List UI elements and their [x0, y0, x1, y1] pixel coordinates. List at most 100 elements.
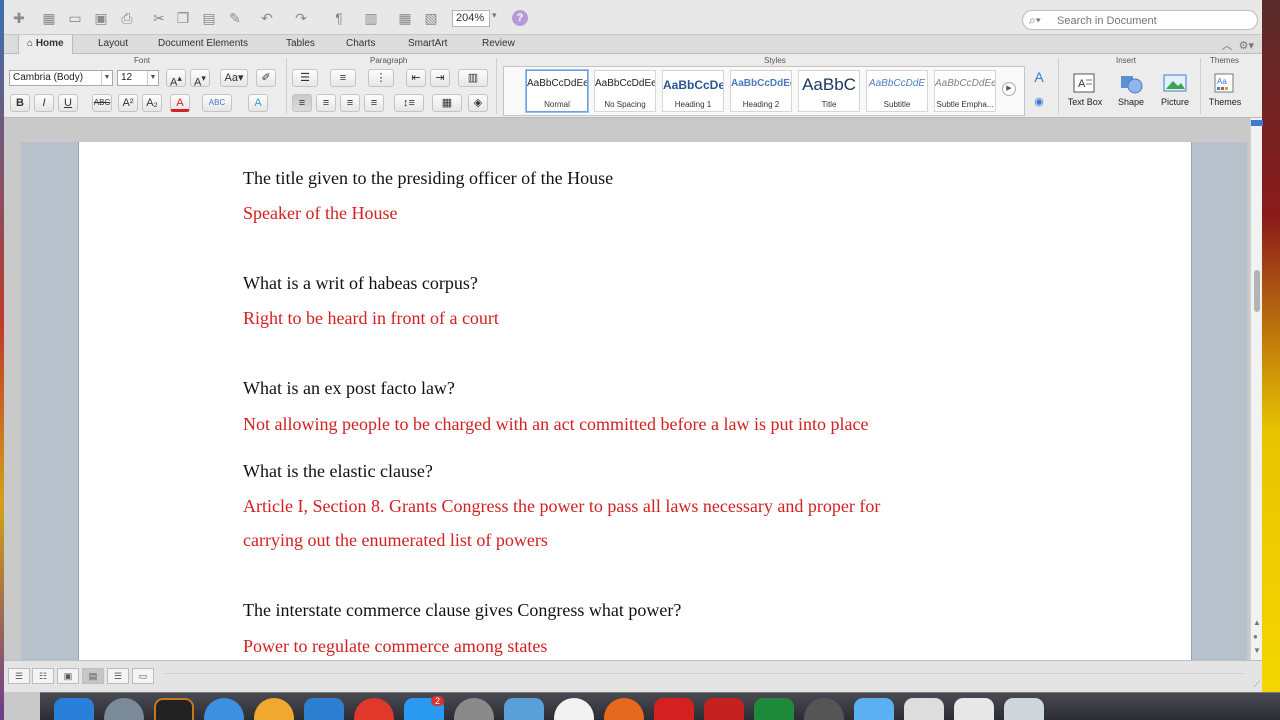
scroll-thumb[interactable]	[1254, 270, 1260, 312]
system-preferences-icon[interactable]	[454, 698, 494, 720]
line-spacing-icon[interactable]: ↕≡	[394, 94, 424, 112]
paste-icon[interactable]: ▤	[200, 9, 218, 27]
ribbon-collapse-icon[interactable]: ︿ ⚙▾	[1222, 37, 1255, 53]
save-icon[interactable]: ▣	[92, 9, 110, 27]
columns-button-icon[interactable]: ▥	[458, 69, 488, 87]
firefox-icon[interactable]	[604, 698, 644, 720]
search-input[interactable]	[1057, 13, 1247, 28]
show-formatting-icon[interactable]: ¶	[330, 9, 348, 27]
borders-icon[interactable]: ▦	[432, 94, 462, 112]
app-store-icon[interactable]: 2	[404, 696, 444, 720]
horizontal-scrollbar[interactable]	[164, 673, 1244, 679]
quicktime-icon[interactable]	[804, 698, 844, 720]
search-box[interactable]: ⌕▾	[1022, 10, 1258, 30]
chat-icon[interactable]	[254, 698, 294, 720]
justify-button[interactable]: ≡	[364, 94, 384, 112]
preview-icon[interactable]	[504, 698, 544, 720]
open-folder-icon[interactable]: ▭	[66, 9, 84, 27]
clear-formatting-icon[interactable]: ✐	[256, 69, 276, 87]
shape-button[interactable]: Shape	[1108, 70, 1154, 114]
word-app-icon[interactable]	[304, 698, 344, 720]
folder-icon[interactable]	[854, 698, 894, 720]
chevron-down-icon[interactable]: ▼	[101, 71, 112, 85]
tab-charts[interactable]: Charts	[338, 35, 383, 54]
tab-layout[interactable]: Layout	[90, 35, 136, 54]
table-icon[interactable]: ▦	[396, 9, 414, 27]
underline-button[interactable]: U	[58, 94, 78, 112]
tab-home[interactable]: ⌂ Home	[18, 35, 73, 55]
sidebar-toggle-icon[interactable]: ▥	[362, 9, 380, 27]
chevron-down-icon[interactable]: ▼	[1253, 646, 1261, 655]
new-document-icon[interactable]: ✚	[10, 9, 28, 27]
copy-icon[interactable]: ❐	[174, 9, 192, 27]
acrobat-icon[interactable]	[654, 698, 694, 720]
zoom-dropdown-icon[interactable]: ▾	[492, 10, 497, 21]
styles-pane-icon[interactable]: A	[1026, 69, 1052, 87]
bullets-icon[interactable]: ☰	[292, 69, 318, 87]
chevron-right-icon[interactable]: ▶	[1002, 82, 1016, 96]
multilevel-list-icon[interactable]: ⋮	[368, 69, 394, 87]
finder-icon[interactable]	[54, 698, 94, 720]
shading-icon[interactable]: ◈	[468, 94, 488, 112]
print-icon[interactable]: ⎙	[118, 9, 136, 27]
bold-button[interactable]: B	[10, 94, 30, 112]
chevron-down-icon[interactable]: ▼	[147, 71, 158, 85]
downloads-stack-icon[interactable]	[954, 698, 994, 720]
tab-review[interactable]: Review	[474, 35, 523, 54]
cut-icon[interactable]: ✂	[150, 9, 168, 27]
excel-app-icon[interactable]	[754, 698, 794, 720]
tab-document-elements[interactable]: Document Elements	[150, 35, 256, 54]
style-subtitle[interactable]: AaBbCcDdE Subtitle	[866, 70, 928, 112]
resize-grip-icon[interactable]: ⟋	[1254, 679, 1260, 690]
tab-smartart[interactable]: SmartArt	[400, 35, 455, 54]
change-case-icon[interactable]: Aa▾	[220, 69, 248, 87]
themes-button[interactable]: Aa Themes	[1202, 70, 1248, 114]
print-layout-view-icon[interactable]: ▤	[82, 668, 104, 684]
redo-icon[interactable]: ↷	[292, 9, 310, 27]
style-no-spacing[interactable]: AaBbCcDdEe No Spacing	[594, 70, 656, 112]
style-heading-2[interactable]: AaBbCcDdEe Heading 2	[730, 70, 792, 112]
strikethrough-button[interactable]: ABC	[92, 94, 112, 112]
photos-icon[interactable]	[554, 698, 594, 720]
font-color-button[interactable]: A	[170, 94, 190, 112]
text-box-button[interactable]: A Text Box	[1062, 70, 1108, 114]
document-page[interactable]: The title given to the presiding officer…	[79, 142, 1191, 660]
outline-view-icon[interactable]: ☷	[32, 668, 54, 684]
columns-icon[interactable]: ▧	[422, 9, 440, 27]
font-name-combo[interactable]: Cambria (Body) ▼	[9, 70, 113, 86]
superscript-button[interactable]: A²	[118, 94, 138, 112]
trash-icon[interactable]	[1004, 698, 1044, 720]
numbering-icon[interactable]: ≡	[330, 69, 356, 87]
focus-view-icon[interactable]: ▭	[132, 668, 154, 684]
decrease-indent-icon[interactable]: ⇤	[406, 69, 426, 87]
terminal-icon[interactable]	[154, 698, 194, 720]
italic-button[interactable]: I	[34, 94, 54, 112]
shrink-font-icon[interactable]: A▾	[190, 69, 210, 89]
subscript-button[interactable]: A₂	[142, 94, 162, 112]
align-center-button[interactable]: ≡	[316, 94, 336, 112]
publishing-view-icon[interactable]: ▣	[57, 668, 79, 684]
style-title[interactable]: AaBbC Title	[798, 70, 860, 112]
align-right-button[interactable]: ≡	[340, 94, 360, 112]
text-effects-button[interactable]: A	[248, 94, 268, 112]
safari-icon[interactable]	[204, 698, 244, 720]
align-left-button[interactable]: ≡	[292, 94, 312, 112]
format-painter-icon[interactable]: ✎	[226, 9, 244, 27]
highlight-button[interactable]: ABC	[202, 94, 232, 112]
style-heading-1[interactable]: AaBbCcDe Heading 1	[662, 70, 724, 112]
powerpoint-app-icon[interactable]	[704, 698, 744, 720]
vertical-scrollbar[interactable]: ▲ ● ▼	[1250, 118, 1263, 660]
tab-tables[interactable]: Tables	[278, 35, 323, 54]
style-normal[interactable]: AaBbCcDdEe Normal	[526, 70, 588, 112]
launchpad-icon[interactable]	[104, 698, 144, 720]
zoom-field[interactable]: 204%	[452, 10, 490, 27]
style-subtle-emphasis[interactable]: AaBbCcDdEe Subtle Empha...	[934, 70, 996, 112]
increase-indent-icon[interactable]: ⇥	[430, 69, 450, 87]
templates-icon[interactable]: ▦	[40, 9, 58, 27]
document-stack-icon[interactable]	[904, 698, 944, 720]
picture-button[interactable]: Picture	[1152, 70, 1198, 114]
text-effects-pane-icon[interactable]: ◉	[1026, 94, 1052, 112]
grow-font-icon[interactable]: A▴	[166, 69, 186, 89]
undo-icon[interactable]: ↶	[258, 9, 276, 27]
browse-object-icon[interactable]: ●	[1253, 632, 1258, 641]
